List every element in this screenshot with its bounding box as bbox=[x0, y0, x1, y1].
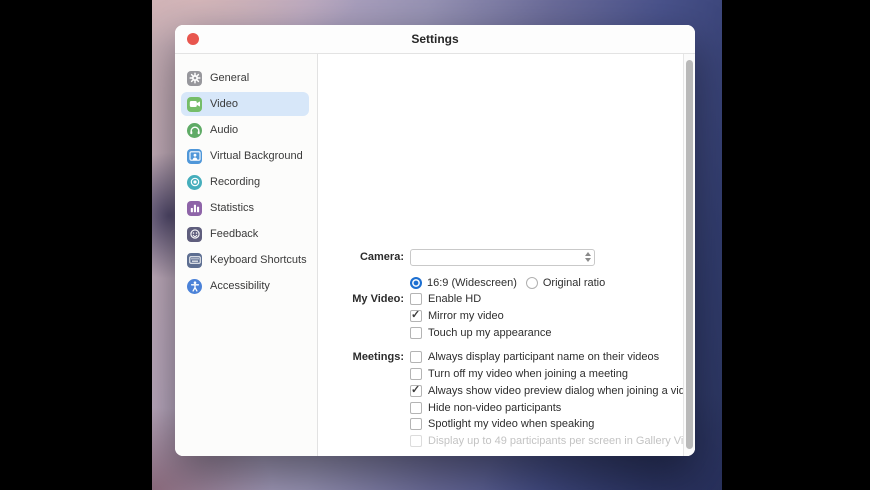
sidebar-item-label: Audio bbox=[210, 124, 238, 136]
checkbox-label: Spotlight my video when speaking bbox=[428, 418, 594, 430]
sidebar-item-label: Keyboard Shortcuts bbox=[210, 254, 307, 266]
sidebar-item-video[interactable]: Video bbox=[181, 92, 309, 116]
sidebar-item-label: Accessibility bbox=[210, 280, 270, 292]
window-titlebar: Settings bbox=[175, 25, 695, 54]
sidebar-item-statistics[interactable]: Statistics bbox=[181, 196, 309, 220]
sidebar-item-recording[interactable]: Recording bbox=[181, 170, 309, 194]
sidebar-item-accessibility[interactable]: Accessibility bbox=[181, 274, 309, 298]
camera-label: Camera: bbox=[318, 251, 404, 263]
checkbox-label: Turn off my video when joining a meeting bbox=[428, 368, 628, 380]
content-pane: Camera: 16:9 (Widescreen) Original ratio My… bbox=[318, 54, 695, 456]
sidebar-item-feedback[interactable]: Feedback bbox=[181, 222, 309, 246]
sidebar-item-keyboard-shortcuts[interactable]: Keyboard Shortcuts bbox=[181, 248, 309, 272]
checkbox-display-up-to-49-participants-per-screen-in-gallery-view bbox=[410, 435, 422, 447]
radio-16-9-widescreen-[interactable] bbox=[410, 277, 422, 289]
checkbox-label: Touch up my appearance bbox=[428, 327, 552, 339]
video-camera-icon bbox=[187, 97, 202, 112]
sidebar-item-label: General bbox=[210, 72, 249, 84]
checkbox-label: Always display participant name on their… bbox=[428, 351, 659, 363]
screen: Settings General Video Audio Virtual Backgr… bbox=[0, 0, 870, 490]
radio-label: Original ratio bbox=[543, 277, 605, 289]
checkbox-enable-hd[interactable] bbox=[410, 293, 422, 305]
radio-label: 16:9 (Widescreen) bbox=[427, 277, 517, 289]
checkbox-mirror-my-video[interactable] bbox=[410, 310, 422, 322]
smiley-icon bbox=[187, 227, 202, 242]
sidebar-item-label: Video bbox=[210, 98, 238, 110]
checkbox-always-show-video-preview-dialog-when-joining-a-video-meeting[interactable] bbox=[410, 385, 422, 397]
window-title: Settings bbox=[411, 32, 458, 46]
bar-chart-icon bbox=[187, 201, 202, 216]
accessibility-icon bbox=[187, 279, 202, 294]
sidebar-item-general[interactable]: General bbox=[181, 66, 309, 90]
field-label: Meetings: bbox=[318, 351, 404, 363]
headphones-icon bbox=[187, 123, 202, 138]
checkbox-always-display-participant-name-on-their-videos[interactable] bbox=[410, 351, 422, 363]
sidebar-item-virtual-background[interactable]: Virtual Background bbox=[181, 144, 309, 168]
checkbox-touch-up-my-appearance[interactable] bbox=[410, 327, 422, 339]
sidebar-item-audio[interactable]: Audio bbox=[181, 118, 309, 142]
radio-original-ratio[interactable] bbox=[526, 277, 538, 289]
sidebar-item-label: Feedback bbox=[210, 228, 258, 240]
sidebar-item-label: Recording bbox=[210, 176, 260, 188]
camera-select[interactable] bbox=[410, 249, 595, 266]
scrollbar-thumb[interactable] bbox=[686, 60, 693, 449]
checkbox-label: Always show video preview dialog when jo… bbox=[428, 385, 695, 397]
checkbox-turn-off-my-video-when-joining-a-meeting[interactable] bbox=[410, 368, 422, 380]
settings-window: Settings General Video Audio Virtual Backgr… bbox=[175, 25, 695, 456]
field-label: My Video: bbox=[318, 293, 404, 305]
sidebar: General Video Audio Virtual Background Recor… bbox=[175, 54, 318, 456]
checkbox-hide-non-video-participants[interactable] bbox=[410, 402, 422, 414]
checkbox-label: Enable HD bbox=[428, 293, 481, 305]
checkbox-spotlight-my-video-when-speaking[interactable] bbox=[410, 418, 422, 430]
keyboard-icon bbox=[187, 253, 202, 268]
close-button[interactable] bbox=[187, 33, 199, 45]
checkbox-label: Display up to 49 participants per screen… bbox=[428, 435, 695, 447]
record-icon bbox=[187, 175, 202, 190]
checkbox-label: Hide non-video participants bbox=[428, 402, 561, 414]
video-settings-form: Camera: 16:9 (Widescreen) Original ratio My… bbox=[318, 54, 683, 456]
scrollbar[interactable] bbox=[683, 54, 695, 456]
gear-icon bbox=[187, 71, 202, 86]
select-stepper-icon bbox=[585, 251, 591, 264]
sidebar-item-label: Statistics bbox=[210, 202, 254, 214]
sidebar-item-label: Virtual Background bbox=[210, 150, 303, 162]
checkbox-label: Mirror my video bbox=[428, 310, 504, 322]
virtual-background-icon bbox=[187, 149, 202, 164]
